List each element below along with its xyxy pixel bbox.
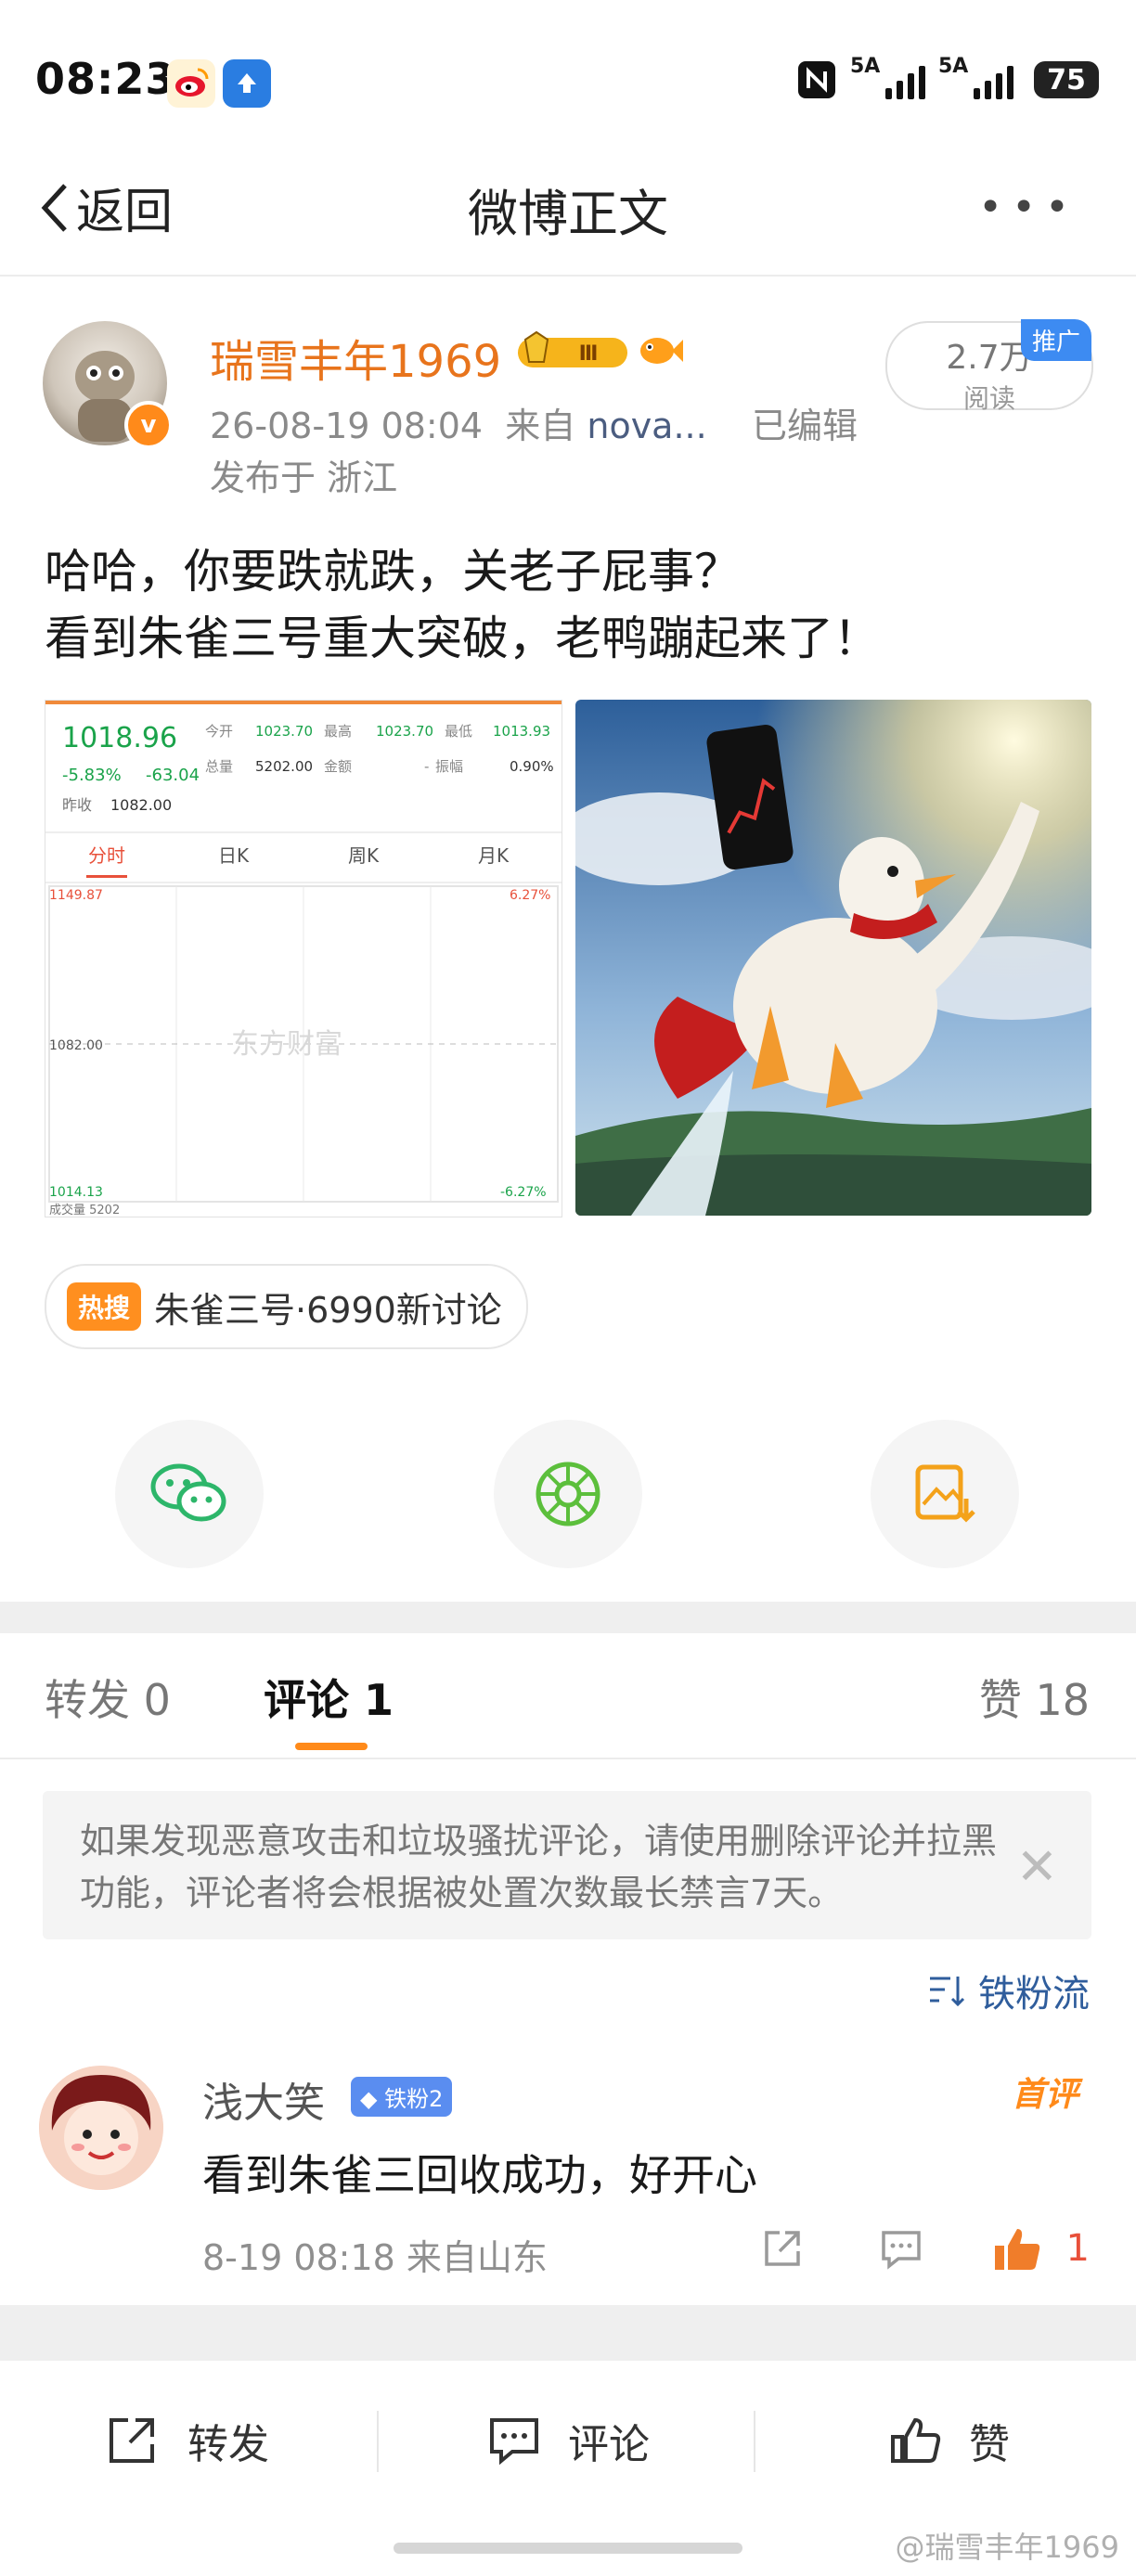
share-icon (765, 2231, 800, 2266)
section-separator (0, 1602, 1136, 1633)
svg-text:0.90%: 0.90% (510, 758, 554, 775)
tabs-divider (0, 1758, 1136, 1759)
nfc-icon (798, 61, 835, 98)
edited-label: 已编辑 (752, 406, 858, 446)
repost-icon (110, 2418, 154, 2463)
comment-like-button[interactable] (991, 2225, 1043, 2277)
status-icons: 5A 5A 75 (796, 55, 1099, 100)
thumbs-up-icon (995, 2229, 1040, 2270)
share-wechat-button[interactable] (115, 1420, 264, 1568)
share-moments-button[interactable] (494, 1420, 642, 1568)
svg-text:-: - (424, 758, 429, 775)
bottom-repost-button[interactable]: 转发 (106, 2411, 269, 2470)
stock-price: 1018.96 (62, 722, 177, 754)
bottom-separator (754, 2411, 755, 2472)
close-icon[interactable]: ✕ (1016, 1837, 1058, 1896)
comment-reply-button[interactable] (878, 2225, 924, 2275)
tab-repost[interactable]: 转发 0 (45, 1667, 171, 1728)
upload-notification-icon (223, 59, 271, 108)
header-divider (0, 275, 1136, 277)
hot-search-badge: 热搜 (67, 1282, 142, 1331)
svg-text:最高: 最高 (324, 723, 352, 740)
level-badge-icon: Ⅲ (516, 330, 633, 377)
svg-text:昨收: 昨收 (62, 796, 92, 814)
commenter-avatar[interactable] (39, 2066, 163, 2190)
home-indicator[interactable] (394, 2543, 742, 2554)
svg-text:-63.04: -63.04 (146, 766, 200, 785)
svg-text:-5.83%: -5.83% (62, 766, 122, 785)
weibo-watermark: @瑞雪丰年1969 (895, 2530, 1119, 2565)
comment-share-button[interactable] (759, 2225, 806, 2275)
post-source-link[interactable]: nova... (587, 406, 706, 446)
fan-badge: ◆ 铁粉2 (351, 2077, 453, 2117)
bottom-separator (377, 2411, 379, 2472)
comment-icon (882, 2231, 921, 2270)
svg-text:1023.70: 1023.70 (255, 723, 313, 740)
promote-button[interactable]: 推广 (1021, 319, 1092, 361)
svg-text:成交量 5202: 成交量 5202 (49, 1203, 120, 1217)
svg-text:6.27%: 6.27% (510, 888, 550, 903)
svg-text:振幅: 振幅 (435, 758, 463, 775)
battery-indicator: 75 (1034, 61, 1099, 98)
author-name[interactable]: 瑞雪丰年1969 (210, 325, 501, 390)
hot-search-text: 朱雀三号·6990新讨论 (154, 1289, 502, 1331)
thumbs-up-icon (891, 2417, 941, 2463)
status-time: 08:23 (35, 54, 176, 104)
svg-text:分时: 分时 (88, 844, 125, 867)
svg-text:1149.87: 1149.87 (49, 888, 103, 903)
svg-text:1014.13: 1014.13 (49, 1185, 103, 1200)
comment-text: 看到朱雀三回收成功，好开心 (202, 2150, 757, 2200)
save-image-button[interactable] (871, 1420, 1019, 1568)
svg-text:Ⅲ: Ⅲ (579, 342, 599, 366)
post-location: 发布于 浙江 (210, 457, 398, 498)
superhero-duck-image[interactable] (575, 700, 1091, 1216)
bottom-like-button[interactable]: 赞 (887, 2411, 1010, 2470)
first-comment-badge: 首评 (1011, 2076, 1078, 2114)
weibo-app-icon (167, 59, 215, 108)
svg-text:1082.00: 1082.00 (110, 796, 172, 814)
post-meta: 26-08-19 08:04 来自 nova... 已编辑 (210, 406, 858, 446)
notice-text: 如果发现恶意攻击和垃圾骚扰评论，请使用删除评论并拉黑功能，评论者将会根据被处置次… (80, 1821, 998, 1913)
svg-text:1013.93: 1013.93 (493, 723, 550, 740)
signal-1-icon: 5A (850, 55, 925, 99)
signal-2-icon: 5A (938, 55, 1013, 99)
comment-like-count: 1 (1065, 2227, 1090, 2270)
more-options-button[interactable]: ••• (978, 184, 1078, 231)
bottom-comment-button[interactable]: 评论 (486, 2411, 650, 2470)
svg-text:最低: 最低 (445, 723, 472, 740)
comment-notice: 如果发现恶意攻击和垃圾骚扰评论，请使用删除评论并拉黑功能，评论者将会根据被处置次… (43, 1791, 1091, 1939)
svg-text:月K: 月K (478, 844, 510, 867)
verified-badge-icon: v (124, 401, 173, 449)
page-title: 微博正文 (468, 185, 668, 243)
tab-likes[interactable]: 赞 18 (979, 1667, 1090, 1728)
sort-label: 铁粉流 (978, 1973, 1090, 2016)
svg-text:总量: 总量 (205, 758, 233, 775)
svg-text:1082.00: 1082.00 (49, 1038, 103, 1053)
save-image-icon (915, 1464, 975, 1523)
svg-text:1023.70: 1023.70 (376, 723, 433, 740)
stock-chart-image[interactable]: 1018.96 -5.83% -63.04 昨收 1082.00 今开 1023… (45, 700, 562, 1217)
commenter-name[interactable]: 浅大笑 (202, 2069, 325, 2129)
svg-text:-6.27%: -6.27% (500, 1185, 547, 1200)
tab-comments[interactable]: 评论 1 (264, 1667, 394, 1728)
wechat-icon (150, 1463, 226, 1522)
sort-icon (930, 1977, 965, 2006)
svg-text:金额: 金额 (324, 758, 352, 775)
comment-icon (490, 2418, 538, 2466)
comment-meta: 8-19 08:18 来自山东 (202, 2237, 548, 2278)
svg-text:周K: 周K (348, 844, 380, 867)
moments-icon (536, 1462, 600, 1526)
svg-text:今开: 今开 (205, 723, 233, 740)
sort-button[interactable]: 铁粉流 (928, 1964, 1090, 2017)
hot-search-tag[interactable]: 热搜 朱雀三号·6990新讨论 (45, 1264, 528, 1349)
post-text: 哈哈，你要跌就跌，关老子屁事？ 看到朱雀三号重大突破，老鸭蹦起来了！ (45, 545, 880, 665)
tab-indicator (295, 1743, 368, 1750)
svg-text:5202.00: 5202.00 (255, 758, 313, 775)
svg-text:东方财富: 东方财富 (231, 1028, 342, 1061)
fish-badge-icon (637, 330, 685, 375)
list-end-band (0, 2305, 1136, 2361)
svg-text:日K: 日K (218, 844, 250, 867)
